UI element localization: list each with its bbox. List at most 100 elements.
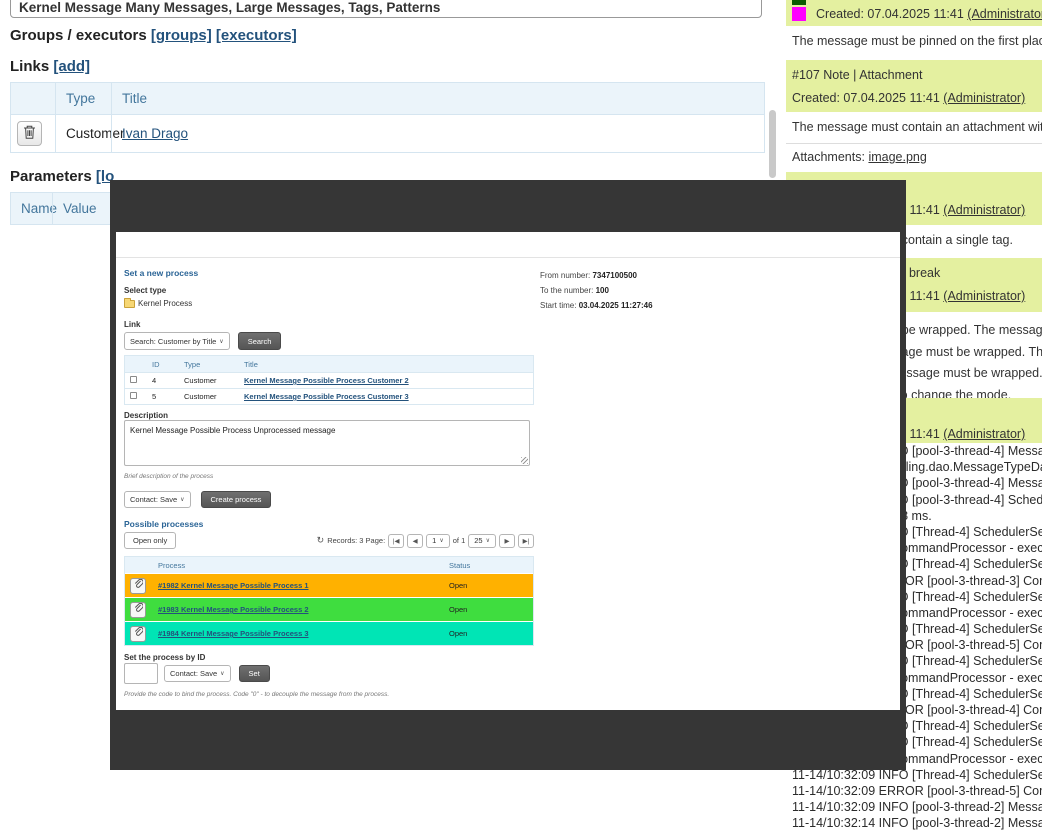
contact-dropdown[interactable]: Contact: Save ∨ [164, 665, 231, 682]
contact-value: Contact: Save [170, 669, 217, 678]
link-table-header: ID Type Title [125, 356, 533, 372]
process-modal-page: Set a new process From number: 734710050… [116, 232, 900, 710]
row-checkbox[interactable] [130, 392, 137, 399]
header-title: Title [239, 360, 533, 369]
attach-process-button[interactable] [130, 602, 146, 618]
note-created-line: Created: 07.04.2025 11:41 (Administrator… [792, 87, 1042, 110]
message-title-input[interactable] [10, 0, 762, 18]
links-table-row: Customer Ivan Drago [11, 114, 764, 152]
chevron-down-icon: ∨ [220, 670, 224, 677]
page-first-button[interactable]: |◀ [388, 534, 404, 548]
executors-link[interactable]: [executors] [216, 27, 297, 44]
contact-dropdown[interactable]: Contact: Save ∨ [124, 491, 191, 508]
process-table-header: Process Status [125, 557, 533, 573]
to-number-label: To the number: [540, 286, 593, 295]
header-id: ID [147, 360, 179, 369]
link-title-ivan-drago[interactable]: Ivan Drago [122, 126, 188, 141]
process-link[interactable]: #1983 Kernel Message Possible Process 2 [158, 605, 309, 614]
delete-link-button[interactable] [17, 121, 42, 146]
administrator-link[interactable]: (Administrator) [943, 91, 1025, 105]
set-button[interactable]: Set [239, 665, 270, 682]
row-type: Customer [179, 376, 239, 385]
note-text: The message must contain an attachment w… [792, 120, 1042, 134]
process-id-input[interactable] [124, 663, 158, 684]
page-prev-button[interactable]: ◀ [407, 534, 423, 548]
set-new-process-heading: Set a new process [124, 268, 198, 278]
note-created-text: Created: 07.04.2025 11:41 [792, 91, 940, 105]
modal-top-divider [116, 257, 900, 258]
groups-executors-label: Groups / executors [10, 27, 147, 44]
paperclip-icon [134, 602, 143, 617]
page-select[interactable]: 1 ∨ [426, 534, 450, 548]
page-of-text: of 1 [453, 536, 466, 545]
description-textarea[interactable]: Kernel Message Possible Process Unproces… [124, 420, 530, 466]
paperclip-icon [134, 626, 143, 641]
row-title-link[interactable]: Kernel Message Possible Process Customer… [244, 392, 409, 401]
process-row-1983: #1983 Kernel Message Possible Process 2 … [125, 597, 533, 621]
process-status: Open [444, 605, 533, 614]
row-checkbox[interactable] [130, 376, 137, 383]
note-band-colors: Created: 07.04.2025 11:41 (Administrator… [786, 0, 1042, 26]
set-by-id-heading: Set the process by ID [124, 653, 205, 662]
type-name: Kernel Process [138, 299, 192, 308]
search-type-dropdown[interactable]: Search: Customer by Title ∨ [124, 332, 230, 350]
refresh-icon[interactable]: ↻ [317, 535, 325, 546]
attach-process-button[interactable] [130, 626, 146, 642]
log-line: 11-14/10:32:09 ERROR [pool-3-thread-5] C… [792, 783, 1042, 799]
chevron-down-icon: ∨ [219, 338, 223, 345]
note-created-line: Created: 07.04.2025 11:41 (Administrator… [816, 3, 1042, 26]
scrollbar-thumb[interactable] [769, 110, 776, 178]
attachments-row: Attachments: image.png [786, 144, 1042, 172]
note-body-pinned: The message must be pinned on the first … [786, 26, 1042, 60]
open-only-button[interactable]: Open only [124, 532, 176, 549]
links-add-link[interactable]: [add] [53, 58, 90, 75]
chevron-down-icon: ∨ [486, 537, 490, 544]
groups-link[interactable]: [groups] [151, 27, 212, 44]
possible-processes-table: Process Status #1982 Kernel Message Poss… [124, 556, 534, 646]
link-candidate-row: 5 Customer Kernel Message Possible Proce… [125, 388, 533, 404]
administrator-link[interactable]: (Administrator) [967, 7, 1042, 21]
process-link[interactable]: #1982 Kernel Message Possible Process 1 [158, 581, 309, 590]
resize-handle[interactable] [521, 457, 528, 464]
possible-toolbar: Open only ↻ Records: 3 Page: |◀ ◀ 1 ∨ of… [124, 532, 534, 549]
type-tree-item[interactable]: Kernel Process [124, 299, 192, 308]
process-link[interactable]: #1984 Kernel Message Possible Process 3 [158, 629, 309, 638]
row-title-link[interactable]: Kernel Message Possible Process Customer… [244, 376, 409, 385]
parameters-heading: Parameters [lo [10, 168, 114, 185]
process-status: Open [444, 629, 533, 638]
administrator-link[interactable]: (Administrator) [943, 289, 1025, 303]
screenshot-stage: Groups / executors [groups] [executors] … [0, 0, 1042, 832]
attachment-image-link[interactable]: image.png [868, 150, 926, 164]
note-title: #107 Note | Attachment [792, 64, 1042, 87]
create-process-button[interactable]: Create process [201, 491, 272, 508]
link-type-cell: Customer [55, 115, 111, 152]
description-hint: Brief description of the process [124, 473, 213, 480]
process-row-1982: #1982 Kernel Message Possible Process 1 … [125, 573, 533, 597]
links-header-type: Type [55, 83, 111, 114]
create-row: Contact: Save ∨ Create process [124, 491, 271, 508]
process-modal-frame: Set a new process From number: 734710050… [110, 180, 906, 770]
from-number-value: 7347100500 [592, 271, 637, 280]
description-value: Kernel Message Possible Process Unproces… [130, 426, 335, 435]
start-time-label: Start time: [540, 301, 576, 310]
administrator-link[interactable]: (Administrator) [943, 427, 1025, 441]
to-number-value: 100 [596, 286, 609, 295]
search-button[interactable]: Search [238, 332, 282, 350]
page-size-select[interactable]: 25 ∨ [468, 534, 496, 548]
link-section-label: Link [124, 320, 140, 329]
groups-executors-heading: Groups / executors [groups] [executors] [10, 27, 297, 44]
page-next-button[interactable]: ▶ [499, 534, 515, 548]
trash-icon [23, 125, 36, 142]
chevron-down-icon: ∨ [180, 496, 184, 503]
search-row: Search: Customer by Title ∨ Search [124, 332, 281, 350]
link-candidate-row: 4 Customer Kernel Message Possible Proce… [125, 372, 533, 388]
description-label: Description [124, 411, 168, 420]
possible-processes-heading: Possible processes [124, 519, 203, 529]
page-last-button[interactable]: ▶| [518, 534, 534, 548]
links-label: Links [10, 58, 49, 75]
row-type: Customer [179, 392, 239, 401]
administrator-link[interactable]: (Administrator) [943, 203, 1025, 217]
contact-value: Contact: Save [130, 495, 177, 504]
attach-process-button[interactable] [130, 578, 146, 594]
header-process: Process [153, 561, 444, 570]
